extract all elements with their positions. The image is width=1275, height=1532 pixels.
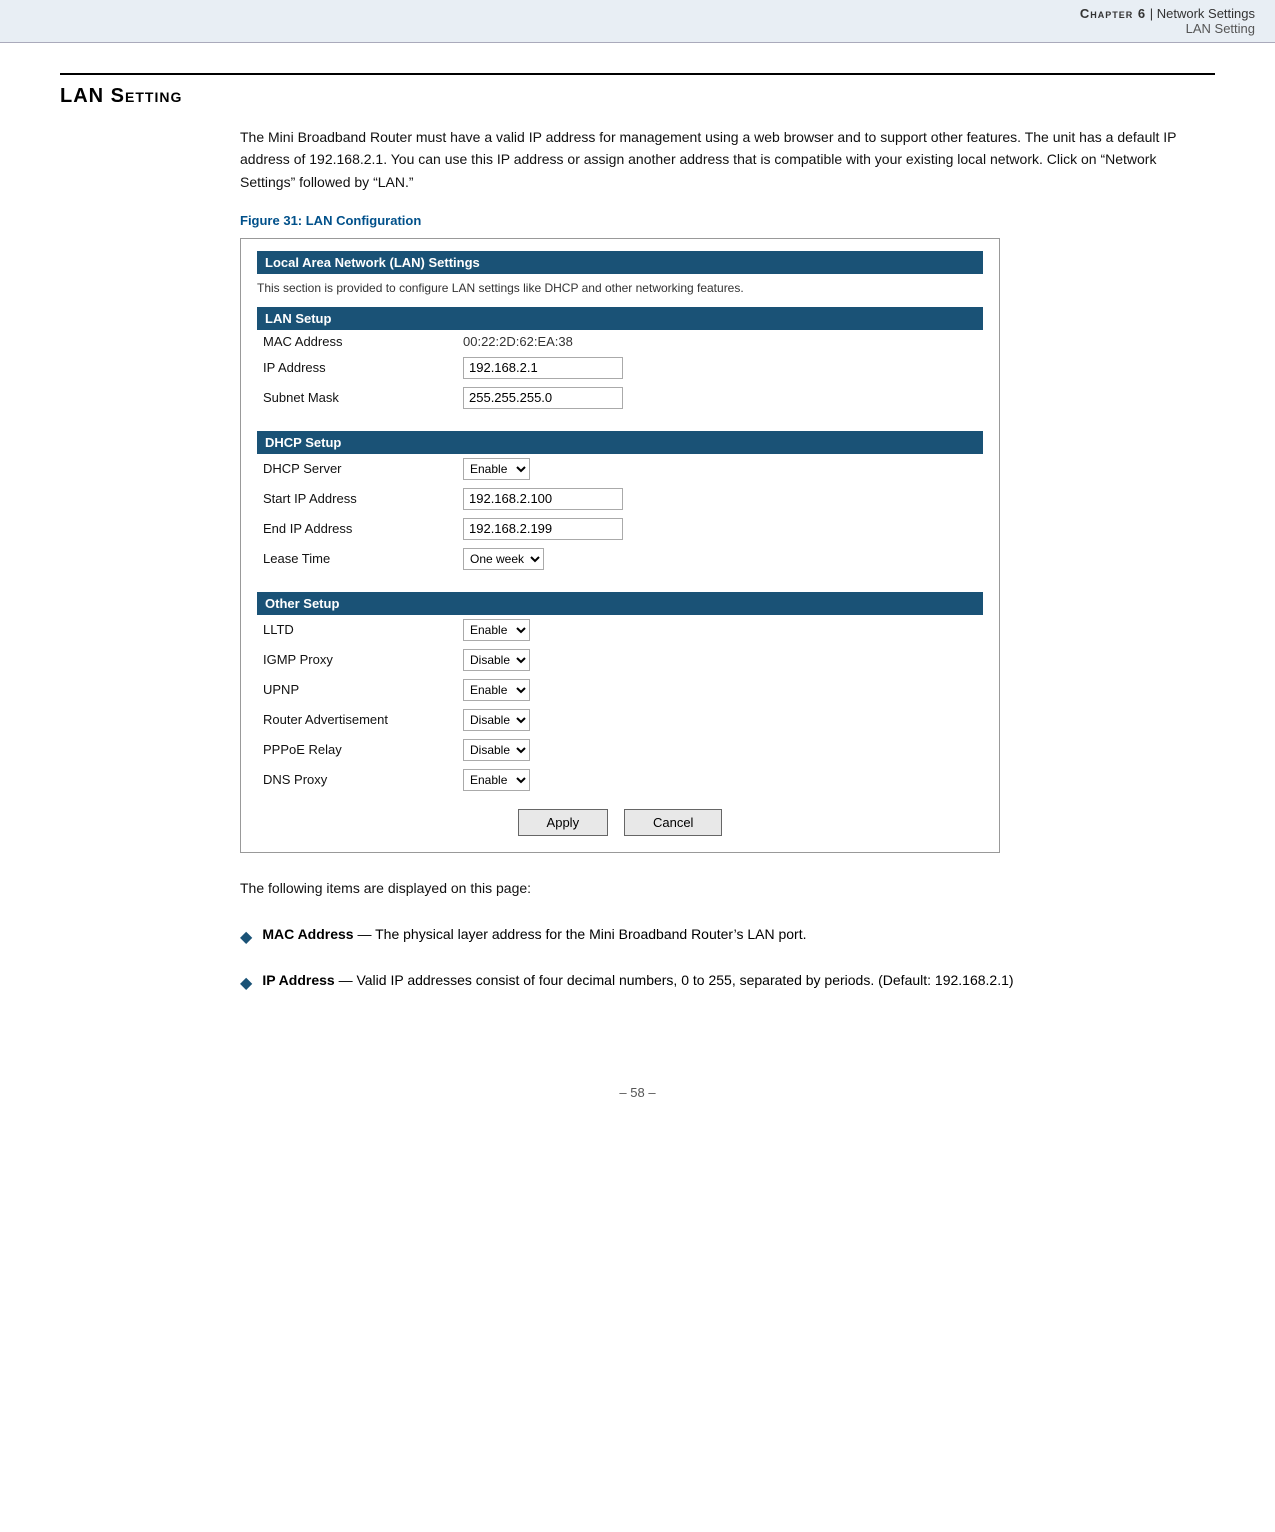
dhcp-setup-bar: DHCP Setup <box>257 431 983 454</box>
upnp-cell[interactable]: Enable Disable <box>457 675 983 705</box>
table-row: End IP Address <box>257 514 983 544</box>
following-text: The following items are displayed on thi… <box>240 877 1215 899</box>
bullet-desc-ip: — Valid IP addresses consist of four dec… <box>335 972 1014 988</box>
page-number: – 58 – <box>619 1085 655 1100</box>
lltd-select[interactable]: Enable Disable <box>463 619 530 641</box>
subnet-mask-label: Subnet Mask <box>257 383 457 413</box>
table-row: MAC Address 00:22:2D:62:EA:38 <box>257 330 983 353</box>
lease-time-select[interactable]: One week One day One hour Forever <box>463 548 544 570</box>
router-adv-label: Router Advertisement <box>257 705 457 735</box>
dns-proxy-label: DNS Proxy <box>257 765 457 795</box>
pppoe-relay-label: PPPoE Relay <box>257 735 457 765</box>
dhcp-server-cell[interactable]: Enable Disable <box>457 454 983 484</box>
end-ip-input[interactable] <box>463 518 623 540</box>
bullet-icon: ◆ <box>240 925 252 951</box>
start-ip-cell[interactable] <box>457 484 983 514</box>
pppoe-relay-cell[interactable]: Enable Disable <box>457 735 983 765</box>
button-row: Apply Cancel <box>257 809 983 836</box>
ip-address-cell[interactable] <box>457 353 983 383</box>
igmp-proxy-label: IGMP Proxy <box>257 645 457 675</box>
table-row: IGMP Proxy Enable Disable <box>257 645 983 675</box>
lltd-label: LLTD <box>257 615 457 645</box>
lease-time-label: Lease Time <box>257 544 457 574</box>
header-separator: | <box>1146 6 1157 21</box>
igmp-proxy-select[interactable]: Enable Disable <box>463 649 530 671</box>
igmp-proxy-cell[interactable]: Enable Disable <box>457 645 983 675</box>
list-item: ◆ IP Address — Valid IP addresses consis… <box>240 969 1215 997</box>
other-setup-bar: Other Setup <box>257 592 983 615</box>
table-row: DNS Proxy Enable Disable <box>257 765 983 795</box>
header-nav-main: Network Settings <box>1157 6 1255 21</box>
lltd-cell[interactable]: Enable Disable <box>457 615 983 645</box>
apply-button[interactable]: Apply <box>518 809 609 836</box>
mac-address-value: 00:22:2D:62:EA:38 <box>457 330 983 353</box>
bullet-icon: ◆ <box>240 971 252 997</box>
config-box: Local Area Network (LAN) Settings This s… <box>240 238 1000 853</box>
lan-setup-table: MAC Address 00:22:2D:62:EA:38 IP Address… <box>257 330 983 413</box>
main-desc: This section is provided to configure LA… <box>257 280 983 297</box>
bullet-text-ip: IP Address — Valid IP addresses consist … <box>262 969 1013 991</box>
dhcp-server-select[interactable]: Enable Disable <box>463 458 530 480</box>
list-item: ◆ MAC Address — The physical layer addre… <box>240 923 1215 951</box>
table-row: IP Address <box>257 353 983 383</box>
page-header: Chapter 6 | Network Settings LAN Setting <box>0 0 1275 43</box>
chapter-label: Chapter 6 <box>1080 6 1146 21</box>
table-row: Start IP Address <box>257 484 983 514</box>
lease-time-cell[interactable]: One week One day One hour Forever <box>457 544 983 574</box>
table-row: PPPoE Relay Enable Disable <box>257 735 983 765</box>
table-row: Subnet Mask <box>257 383 983 413</box>
router-adv-select[interactable]: Enable Disable <box>463 709 530 731</box>
table-row: Router Advertisement Enable Disable <box>257 705 983 735</box>
bullet-text-mac: MAC Address — The physical layer address… <box>262 923 806 945</box>
upnp-label: UPNP <box>257 675 457 705</box>
table-row: UPNP Enable Disable <box>257 675 983 705</box>
subnet-mask-cell[interactable] <box>457 383 983 413</box>
figure-label: Figure 31: LAN Configuration <box>240 213 1215 228</box>
start-ip-input[interactable] <box>463 488 623 510</box>
table-row: LLTD Enable Disable <box>257 615 983 645</box>
bullet-section: ◆ MAC Address — The physical layer addre… <box>240 923 1215 996</box>
ip-address-label: IP Address <box>257 353 457 383</box>
main-title-bar: Local Area Network (LAN) Settings <box>257 251 983 274</box>
lan-setup-bar: LAN Setup <box>257 307 983 330</box>
mac-address-label: MAC Address <box>257 330 457 353</box>
ip-address-input[interactable] <box>463 357 623 379</box>
bullet-term-mac: MAC Address <box>262 926 353 942</box>
upnp-select[interactable]: Enable Disable <box>463 679 530 701</box>
section-title-bar: LAN Setting <box>60 73 1215 108</box>
table-row: DHCP Server Enable Disable <box>257 454 983 484</box>
other-setup-table: LLTD Enable Disable IGMP Proxy Enable Di… <box>257 615 983 795</box>
dns-proxy-select[interactable]: Enable Disable <box>463 769 530 791</box>
section-title: LAN Setting <box>60 85 182 107</box>
end-ip-cell[interactable] <box>457 514 983 544</box>
dns-proxy-cell[interactable]: Enable Disable <box>457 765 983 795</box>
bullet-desc-mac: — The physical layer address for the Min… <box>354 926 807 942</box>
dhcp-server-label: DHCP Server <box>257 454 457 484</box>
main-content: LAN Setting The Mini Broadband Router mu… <box>0 43 1275 1055</box>
pppoe-relay-select[interactable]: Enable Disable <box>463 739 530 761</box>
dhcp-setup-table: DHCP Server Enable Disable Start IP Addr… <box>257 454 983 574</box>
bullet-term-ip: IP Address <box>262 972 334 988</box>
router-adv-cell[interactable]: Enable Disable <box>457 705 983 735</box>
page-footer: – 58 – <box>0 1085 1275 1120</box>
start-ip-label: Start IP Address <box>257 484 457 514</box>
end-ip-label: End IP Address <box>257 514 457 544</box>
subnet-mask-input[interactable] <box>463 387 623 409</box>
header-nav-sub: LAN Setting <box>1186 21 1255 36</box>
body-text: The Mini Broadband Router must have a va… <box>240 126 1215 193</box>
cancel-button[interactable]: Cancel <box>624 809 722 836</box>
table-row: Lease Time One week One day One hour For… <box>257 544 983 574</box>
